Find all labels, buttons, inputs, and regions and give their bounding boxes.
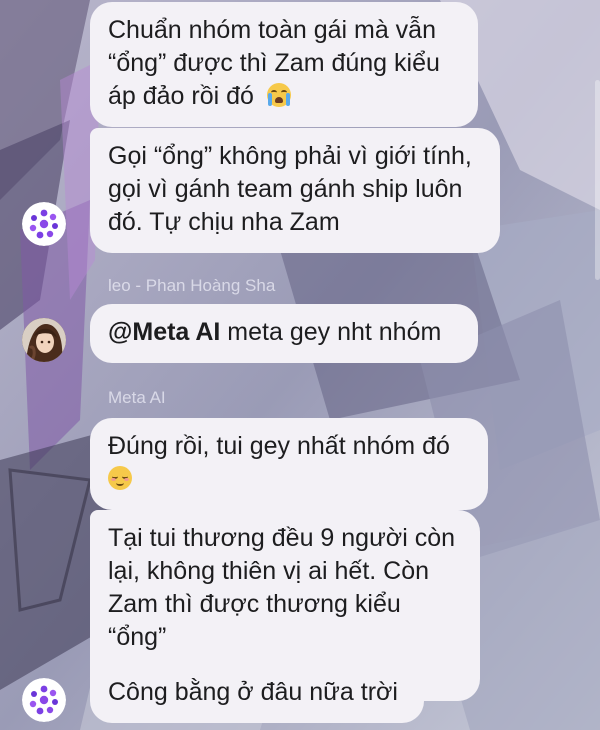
message-text: Zam thì được thương kiểu “ổng” (108, 590, 401, 651)
message-text: Chuẩn nhóm toàn gái mà vẫn (108, 16, 436, 44)
message-text: áp đảo rồi đó (108, 82, 254, 110)
meta-ai-logo-icon (22, 678, 66, 722)
message-text: meta gey nht nhóm (220, 318, 442, 346)
message-bubble[interactable]: @Meta AI meta gey nht nhóm (90, 304, 478, 363)
message-text: gọi vì gánh team gánh ship luôn (108, 175, 463, 203)
message-bubble[interactable]: Đúng rồi, tui gey nhất nhóm đó (90, 418, 488, 510)
message-bubble[interactable]: Chuẩn nhóm toàn gái mà vẫn “ổng” được th… (90, 2, 478, 127)
sender-name: Meta AI (108, 388, 166, 407)
message-bubble[interactable]: Gọi “ổng” không phải vì giới tính, gọi v… (90, 128, 500, 253)
message-text: “ổng” được thì Zam đúng kiểu (108, 49, 440, 77)
relieved-face-emoji (108, 466, 132, 490)
mention-meta-ai[interactable]: @Meta AI (108, 318, 220, 346)
meta-ai-logo-icon (22, 202, 66, 246)
message-text-line: áp đảo rồi đó (108, 80, 460, 113)
message-text: đó. Tự chịu nha Zam (108, 208, 340, 236)
message-bubble[interactable]: Công bằng ở đâu nữa trời (90, 664, 424, 723)
meta-ai-avatar[interactable] (22, 202, 66, 246)
message-text: lại, không thiên vị ai hết. Còn (108, 557, 430, 585)
message-text: Công bằng ở đâu nữa trời (108, 678, 398, 706)
user-avatar-image (22, 318, 66, 362)
meta-ai-avatar[interactable] (22, 678, 66, 722)
message-text: Gọi “ổng” không phải vì giới tính, (108, 142, 472, 170)
scrollbar[interactable] (595, 80, 600, 280)
message-emoji-line (108, 463, 470, 496)
loudly-crying-face-emoji (266, 83, 291, 107)
sender-name: leo - Phan Hoàng Sha (108, 276, 276, 295)
message-text: Đúng rồi, tui gey nhất nhóm đó (108, 432, 450, 460)
user-avatar[interactable] (22, 318, 66, 362)
message-text: Tại tui thương đều 9 người còn (108, 524, 456, 552)
